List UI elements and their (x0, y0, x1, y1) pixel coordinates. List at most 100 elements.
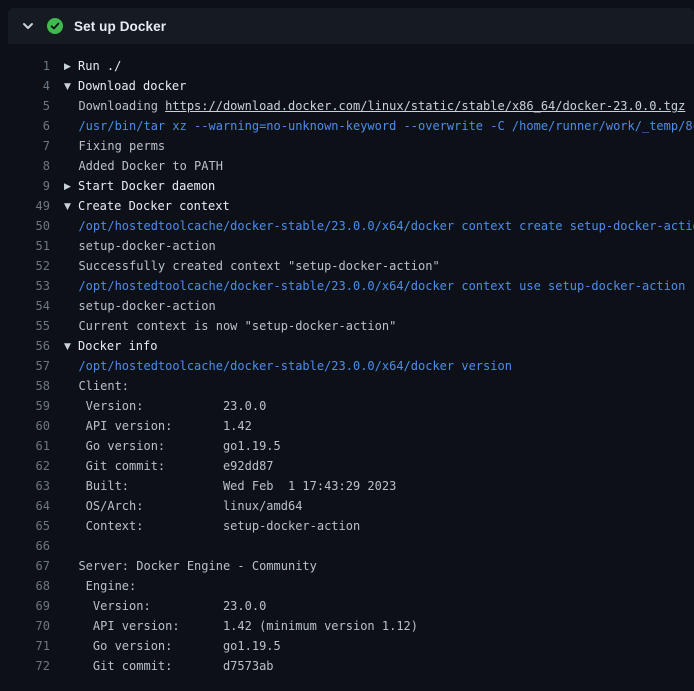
line-number[interactable]: 5 (0, 96, 50, 116)
chevron-down-icon[interactable]: ▼ (64, 337, 78, 356)
line-content: Downloading https://download.docker.com/… (64, 96, 694, 116)
log-line: 71 Go version: go1.19.5 (0, 636, 694, 656)
line-number[interactable]: 7 (0, 136, 50, 156)
log-text: Version: 23.0.0 (64, 599, 266, 613)
line-content: OS/Arch: linux/amd64 (64, 496, 694, 516)
log-text: /opt/hostedtoolcache/docker-stable/23.0.… (64, 279, 685, 293)
log-text: Version: 23.0.0 (64, 399, 266, 413)
line-number[interactable]: 62 (0, 456, 50, 476)
line-number[interactable]: 49 (0, 196, 50, 216)
log-line: 68 Engine: (0, 576, 694, 596)
log-line: 7 Fixing perms (0, 136, 694, 156)
line-content: Successfully created context "setup-dock… (64, 256, 694, 276)
log-text: Go version: go1.19.5 (64, 439, 281, 453)
chevron-down-icon[interactable]: ▼ (64, 77, 78, 96)
log-line: 6 /usr/bin/tar xz --warning=no-unknown-k… (0, 116, 694, 136)
line-content: ▼Create Docker context (64, 196, 694, 216)
line-content: Fixing perms (64, 136, 694, 156)
line-content: Client: (64, 376, 694, 396)
log-line: 5 Downloading https://download.docker.co… (0, 96, 694, 116)
log-text: Engine: (64, 579, 136, 593)
log-link[interactable]: https://download.docker.com/linux/static… (165, 99, 685, 113)
line-number[interactable]: 60 (0, 416, 50, 436)
log-text: Go version: go1.19.5 (64, 639, 281, 653)
line-content: /usr/bin/tar xz --warning=no-unknown-key… (64, 116, 694, 136)
line-number[interactable]: 68 (0, 576, 50, 596)
check-circle-icon (47, 18, 63, 34)
log-line: 62 Git commit: e92dd87 (0, 456, 694, 476)
log-text: Downloading (64, 99, 165, 113)
line-number[interactable]: 57 (0, 356, 50, 376)
line-number[interactable]: 63 (0, 476, 50, 496)
log-line: 57 /opt/hostedtoolcache/docker-stable/23… (0, 356, 694, 376)
log-line: 64 OS/Arch: linux/amd64 (0, 496, 694, 516)
log-line: 69 Version: 23.0.0 (0, 596, 694, 616)
line-content: Built: Wed Feb 1 17:43:29 2023 (64, 476, 694, 496)
line-number[interactable]: 53 (0, 276, 50, 296)
chevron-right-icon[interactable]: ▶ (64, 177, 78, 196)
log-line: 9 ▶Start Docker daemon (0, 176, 694, 196)
line-content: setup-docker-action (64, 296, 694, 316)
log-text: Git commit: d7573ab (64, 659, 274, 673)
log-line: 59 Version: 23.0.0 (0, 396, 694, 416)
line-number[interactable]: 1 (0, 56, 50, 76)
log-line: 72 Git commit: d7573ab (0, 656, 694, 676)
line-number[interactable]: 56 (0, 336, 50, 356)
line-number[interactable]: 61 (0, 436, 50, 456)
line-number[interactable]: 55 (0, 316, 50, 336)
step-header[interactable]: Set up Docker (8, 8, 694, 44)
log-line: 8 Added Docker to PATH (0, 156, 694, 176)
log-viewer: 1▶Run ./4▼Download docker5 Downloading h… (0, 44, 694, 676)
log-text: Docker info (78, 339, 157, 353)
line-number[interactable]: 64 (0, 496, 50, 516)
log-text: /opt/hostedtoolcache/docker-stable/23.0.… (64, 359, 512, 373)
line-number[interactable]: 6 (0, 116, 50, 136)
line-number[interactable]: 52 (0, 256, 50, 276)
log-text: Fixing perms (64, 139, 165, 153)
line-number[interactable]: 58 (0, 376, 50, 396)
log-text: Start Docker daemon (78, 179, 215, 193)
chevron-down-icon[interactable] (20, 18, 36, 34)
actions-log-page: { "header": { "title": "Set up Docker", … (0, 8, 694, 691)
line-number[interactable]: 4 (0, 76, 50, 96)
log-line: 49 ▼Create Docker context (0, 196, 694, 216)
chevron-right-icon[interactable]: ▶ (64, 57, 78, 76)
line-number[interactable]: 71 (0, 636, 50, 656)
line-content: API version: 1.42 (64, 416, 694, 436)
line-number[interactable]: 8 (0, 156, 50, 176)
log-line: 58 Client: (0, 376, 694, 396)
line-number[interactable]: 51 (0, 236, 50, 256)
line-content: ▶Run ./ (64, 56, 694, 76)
log-text: setup-docker-action (64, 299, 216, 313)
log-line: 54 setup-docker-action (0, 296, 694, 316)
log-line: 53 /opt/hostedtoolcache/docker-stable/23… (0, 276, 694, 296)
line-number[interactable]: 72 (0, 656, 50, 676)
log-line: 4 ▼Download docker (0, 76, 694, 96)
line-number[interactable]: 67 (0, 556, 50, 576)
line-number[interactable]: 65 (0, 516, 50, 536)
line-number[interactable]: 70 (0, 616, 50, 636)
log-text: Successfully created context "setup-dock… (64, 259, 440, 273)
line-content: ▼Download docker (64, 76, 694, 96)
log-line: 65 Context: setup-docker-action (0, 516, 694, 536)
log-line: 66 (0, 536, 694, 556)
log-text: Current context is now "setup-docker-act… (64, 319, 396, 333)
log-text: Run ./ (78, 59, 121, 73)
chevron-down-icon[interactable]: ▼ (64, 197, 78, 216)
line-number[interactable]: 9 (0, 176, 50, 196)
line-number[interactable]: 69 (0, 596, 50, 616)
log-line: 51 setup-docker-action (0, 236, 694, 256)
line-number[interactable]: 54 (0, 296, 50, 316)
line-number[interactable]: 66 (0, 536, 50, 556)
log-text: Git commit: e92dd87 (64, 459, 274, 473)
line-number[interactable]: 50 (0, 216, 50, 236)
line-content: /opt/hostedtoolcache/docker-stable/23.0.… (64, 276, 694, 296)
log-text: OS/Arch: linux/amd64 (64, 499, 302, 513)
line-content: ▶Start Docker daemon (64, 176, 694, 196)
log-text: Client: (64, 379, 129, 393)
log-text: Added Docker to PATH (64, 159, 223, 173)
line-content: Version: 23.0.0 (64, 396, 694, 416)
line-content: Git commit: e92dd87 (64, 456, 694, 476)
line-number[interactable]: 59 (0, 396, 50, 416)
log-text: Download docker (78, 79, 186, 93)
